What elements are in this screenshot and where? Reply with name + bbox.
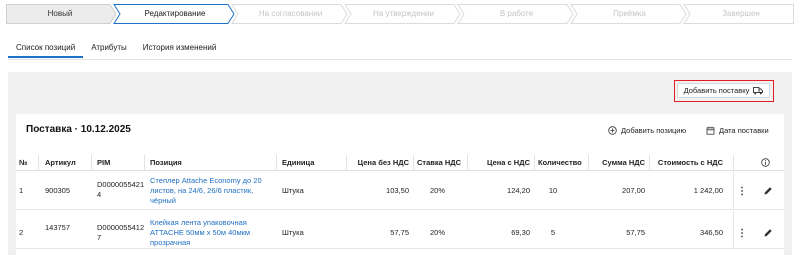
pencil-icon[interactable] — [763, 228, 773, 238]
tab-bar: Список позиций Атрибуты История изменени… — [8, 38, 224, 60]
cell-price-no-vat: 57,75 — [390, 228, 409, 237]
tabs-divider — [8, 59, 792, 60]
col-divider — [588, 155, 589, 170]
cell-price-vat: 69,30 — [511, 228, 530, 237]
more-vertical-icon[interactable] — [740, 228, 744, 238]
col-header-price-vat: Цена с НДС — [487, 158, 530, 167]
supply-dates-button[interactable]: Дата поставки — [706, 126, 769, 135]
cell-article: 900305 — [45, 186, 71, 195]
pencil-icon[interactable] — [763, 186, 773, 196]
cell-num: 1 — [19, 186, 24, 195]
cell-cost-vat: 1 242,00 — [693, 186, 723, 195]
cell-vat-rate: 20% — [430, 186, 446, 195]
col-header-price-no-vat: Цена без НДС — [357, 158, 409, 167]
col-divider — [467, 155, 468, 170]
more-vertical-icon[interactable] — [740, 186, 744, 196]
cell-position-link[interactable]: Клейкая лента упаковочная ATTACHE 50мм х… — [150, 218, 250, 248]
step-on-approval: На согласовании — [258, 9, 323, 18]
col-divider — [733, 155, 734, 170]
add-supply-button[interactable]: Добавить поставку — [677, 83, 770, 98]
col-divider — [276, 155, 277, 170]
table-header: № Артикул PIM Позиция Единица Цена без Н… — [16, 154, 784, 171]
supply-title: Поставка · 10.12.2025 — [26, 124, 131, 135]
col-divider — [38, 155, 39, 170]
col-divider — [413, 155, 414, 170]
row-actions-divider — [733, 211, 734, 249]
plus-circle-icon — [608, 126, 617, 135]
supply-card: Поставка · 10.12.2025 Добавить позицию Д… — [16, 114, 784, 255]
truck-icon — [753, 86, 764, 94]
col-header-unit: Единица — [282, 158, 315, 167]
col-divider — [649, 155, 650, 170]
cell-pim-line: D0000055421 — [97, 180, 145, 189]
position-line: листов, на 24/6, 26/6 пластик, — [150, 186, 254, 195]
step-on-confirmation: На утверждении — [373, 9, 434, 18]
status-stepper: Новый Редактирование На согласовании На … — [6, 4, 794, 24]
cell-sum-vat: 207,00 — [622, 186, 645, 195]
col-divider — [534, 155, 535, 170]
cell-pim-line: 7 — [97, 233, 102, 242]
position-line: ATTACHE 50мм х 50м 40мкм — [150, 228, 251, 237]
cell-price-no-vat: 103,50 — [386, 186, 409, 195]
position-line: Клейкая лента упаковочная — [150, 218, 247, 227]
step-completed: Завершен — [722, 9, 760, 18]
tab-change-history[interactable]: История изменений — [135, 38, 225, 58]
col-header-article: Артикул — [45, 158, 76, 167]
cell-pim-line: D0000055412 — [97, 223, 145, 232]
col-header-cost-vat: Стоимость с НДС — [657, 158, 723, 167]
cell-qty: 10 — [548, 186, 558, 195]
cell-article: 143757 — [45, 223, 71, 232]
col-header-num: № — [19, 158, 28, 167]
add-supply-label: Добавить поставку — [683, 86, 750, 95]
col-divider — [144, 155, 145, 170]
col-header-pim: PIM — [97, 158, 111, 167]
col-header-sum-vat: Сумма НДС — [602, 158, 645, 167]
cell-qty: 5 — [550, 228, 556, 237]
col-header-position: Позиция — [150, 158, 182, 167]
table-row[interactable]: 2 143757 D0000055412 7 Клейкая лента упа… — [16, 211, 784, 249]
position-line: прозрачная — [150, 238, 191, 247]
add-position-button[interactable]: Добавить позицию — [608, 126, 686, 135]
cell-pim: D0000055421 4 — [97, 180, 144, 200]
add-position-label: Добавить позицию — [621, 126, 687, 135]
tab-positions-list[interactable]: Список позиций — [8, 38, 84, 58]
position-line: Степлер Attache Economy до 20 — [150, 176, 262, 185]
step-editing: Редактирование — [144, 9, 206, 18]
cell-num: 2 — [19, 228, 24, 237]
cell-cost-vat: 346,50 — [700, 228, 723, 237]
info-icon[interactable] — [761, 158, 770, 167]
row-actions-divider — [733, 172, 734, 210]
col-header-qty: Количество — [538, 158, 582, 167]
cell-unit: Штука — [282, 228, 304, 237]
cell-vat-rate: 20% — [430, 228, 446, 237]
cell-price-vat: 124,20 — [507, 186, 530, 195]
cell-unit: Штука — [282, 186, 304, 195]
cell-position-link[interactable]: Степлер Attache Economy до 20 листов, на… — [150, 176, 262, 206]
cell-pim-line: 4 — [97, 190, 102, 199]
add-supply-highlight: Добавить поставку — [674, 80, 774, 102]
cell-pim: D0000055412 7 — [97, 223, 144, 243]
position-line: чёрный — [150, 196, 176, 205]
col-header-vat-rate: Ставка НДС — [417, 158, 462, 167]
step-acceptance: Приёмка — [613, 9, 646, 18]
step-new: Новый — [47, 9, 73, 18]
step-in-work: В работе — [499, 9, 534, 18]
col-divider — [346, 155, 347, 170]
col-divider — [91, 155, 92, 170]
calendar-icon — [706, 126, 715, 135]
table-row[interactable]: 1 900305 D0000055421 4 Степлер Attache E… — [16, 172, 784, 210]
supply-dates-label: Дата поставки — [719, 126, 769, 135]
tab-attributes[interactable]: Атрибуты — [83, 38, 135, 58]
cell-sum-vat: 57,75 — [626, 228, 645, 237]
